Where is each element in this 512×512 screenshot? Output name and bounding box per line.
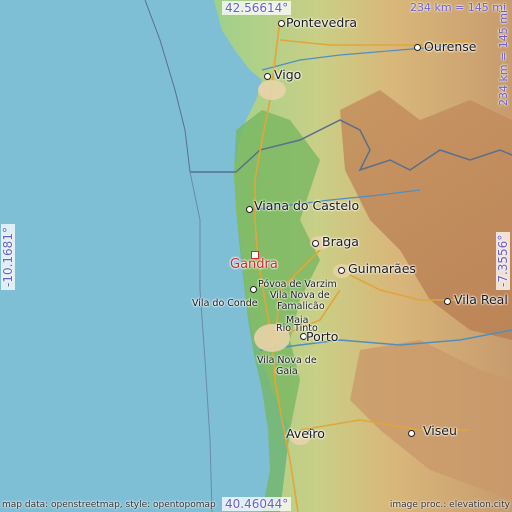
label-aveiro[interactable]: Aveiro <box>286 427 325 441</box>
scale-horizontal: 234 km = 145 mi <box>410 1 507 14</box>
coord-right-longitude: -7.3556° <box>496 231 510 290</box>
label-vila-nova-de-famalicao-line2[interactable]: Famalicão <box>277 302 325 312</box>
viana-marker <box>246 206 253 213</box>
label-vila-nova-de-gaia-line2[interactable]: Gaia <box>276 367 298 377</box>
guimaraes-marker <box>338 267 345 274</box>
ourense-marker <box>414 44 421 51</box>
credit-map-data: map data: openstreetmap, style: opentopo… <box>2 500 216 510</box>
label-pontevedra[interactable]: Pontevedra <box>286 16 357 30</box>
label-viseu[interactable]: Viseu <box>423 424 457 438</box>
povoa-marker <box>250 286 257 293</box>
label-porto[interactable]: Porto <box>306 330 338 344</box>
pontevedra-marker <box>278 20 285 27</box>
label-vila-do-conde[interactable]: Vila do Conde <box>192 299 258 309</box>
label-vila-real[interactable]: Vila Real <box>454 293 508 307</box>
label-vigo[interactable]: Vigo <box>274 68 301 82</box>
vila-real-marker <box>444 298 451 305</box>
topographic-map[interactable]: Pontevedra Ourense Vigo Viana do Castelo… <box>0 0 512 512</box>
coord-left-longitude: -10.1681° <box>1 224 15 290</box>
label-gandra[interactable]: Gandra <box>230 258 278 271</box>
scale-vertical: 234 km = 145 mi <box>497 9 510 106</box>
label-guimaraes[interactable]: Guimarães <box>348 262 416 276</box>
label-braga[interactable]: Braga <box>322 235 359 249</box>
credit-image-processing: image proc.: elevation.city <box>389 500 510 510</box>
coord-bottom-latitude: 40.46044° <box>222 497 292 511</box>
label-ourense[interactable]: Ourense <box>424 40 476 54</box>
label-viana-do-castelo[interactable]: Viana do Castelo <box>254 199 359 213</box>
label-vila-nova-de-gaia-line1[interactable]: Vila Nova de <box>257 356 317 366</box>
coord-top-latitude: 42.56614° <box>222 1 292 15</box>
label-vila-nova-de-famalicao-line1[interactable]: Vila Nova de <box>270 291 330 301</box>
viseu-marker <box>408 430 415 437</box>
label-povoa-de-varzim[interactable]: Póvoa de Varzim <box>258 280 337 290</box>
braga-marker <box>312 240 319 247</box>
vigo-marker <box>264 73 271 80</box>
